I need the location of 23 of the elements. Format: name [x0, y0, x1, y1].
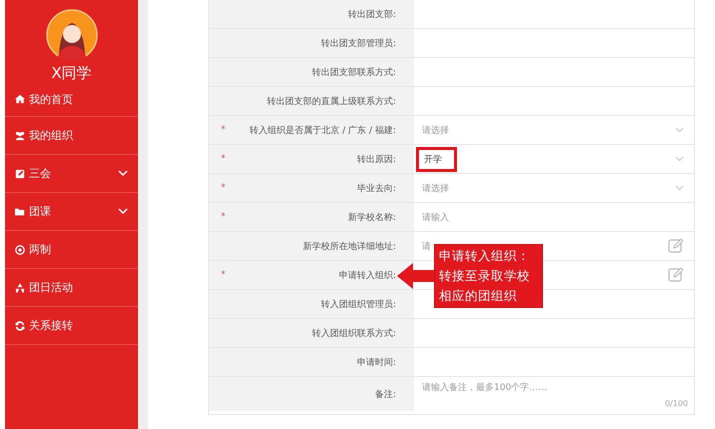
field-label: 备注:: [374, 388, 396, 401]
field-label: 新学校名称:: [348, 212, 396, 224]
required-mark: *: [221, 183, 226, 193]
required-mark: *: [221, 270, 226, 280]
field-label: 申请转入组织:: [338, 270, 396, 282]
field-label: 转出团支部管理员:: [320, 38, 396, 50]
field-label: 毕业去向:: [356, 182, 396, 194]
required-mark: *: [221, 212, 226, 222]
hint-tooltip: 申请转入组织：转接至录取学校相应的团组织: [434, 244, 543, 308]
field-label: 转出原因:: [356, 154, 396, 166]
field-label: 转入团组织联系方式:: [312, 328, 396, 340]
required-mark: *: [221, 154, 226, 164]
field-label: 转出团支部:: [348, 8, 396, 20]
field-label: 申请时间:: [356, 356, 396, 368]
field-label: 转出团支部联系方式:: [312, 66, 396, 78]
user-name: X同学: [51, 64, 92, 82]
field-label: 新学校所在地详细地址:: [302, 240, 396, 252]
field-label: 转入团组织管理员:: [320, 298, 396, 310]
field-label: 转入组织是否属于北京 / 广东 / 福建:: [249, 124, 396, 136]
field-label: 转出团支部的直属上级联系方式:: [266, 96, 396, 108]
required-mark: *: [221, 125, 226, 135]
highlight-box: 开学: [416, 146, 457, 172]
char-counter: 0/100: [664, 399, 688, 408]
